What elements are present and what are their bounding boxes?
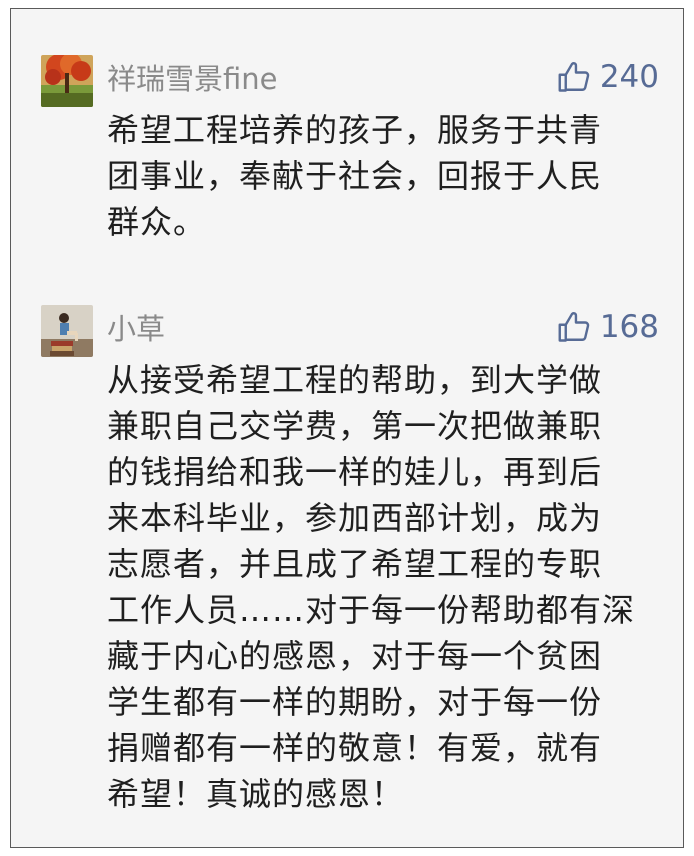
- comment-text-line: 团事业，奉献于社会，回报于人民: [107, 157, 603, 195]
- autumn-tree-avatar-icon: [41, 55, 93, 107]
- like-button[interactable]: 240: [556, 57, 659, 97]
- comment-text-line: 藏于内心的感恩，对于每一个贫困: [107, 637, 603, 675]
- avatar[interactable]: [41, 305, 93, 357]
- username[interactable]: 祥瑞雪景fine: [107, 59, 278, 99]
- comment-text-line: 志愿者，并且成了希望工程的专职: [107, 545, 603, 583]
- username[interactable]: 小草: [107, 309, 165, 349]
- comment-text-line: 从接受希望工程的帮助，到大学做: [107, 361, 603, 399]
- comment-text: 希望工程培养的孩子，服务于共青 团事业，奉献于社会，回报于人民 群众。: [107, 107, 655, 245]
- thumbs-up-icon: [558, 62, 590, 92]
- comment-text-line: 希望！真诚的感恩！: [107, 775, 405, 813]
- like-count: 240: [599, 59, 659, 95]
- comment-text-line: 学生都有一样的期盼，对于每一份: [107, 683, 603, 721]
- comment-text-line: 捐赠都有一样的敬意！有爱，就有: [107, 729, 603, 767]
- like-count: 168: [599, 309, 659, 345]
- comment-text-line: 工作人员……对于每一份帮助都有深: [107, 591, 636, 629]
- comment-text-line: 群众。: [107, 203, 207, 241]
- like-button[interactable]: 168: [556, 307, 659, 347]
- thumbs-up-icon: [558, 312, 590, 342]
- comment-panel: 祥瑞雪景fine 240 希望工程培养的孩子，服务于共青 团事业，奉献于社会，回…: [10, 8, 684, 848]
- comment-text-line: 兼职自己交学费，第一次把做兼职: [107, 407, 603, 445]
- comment-text: 从接受希望工程的帮助，到大学做 兼职自己交学费，第一次把做兼职 的钱捐给和我一样…: [107, 357, 655, 817]
- comment-text-line: 的钱捐给和我一样的娃儿，再到后: [107, 453, 603, 491]
- comment-text-line: 来本科毕业，参加西部计划，成为: [107, 499, 603, 537]
- girl-on-books-avatar-icon: [41, 305, 93, 357]
- avatar[interactable]: [41, 55, 93, 107]
- comment-text-line: 希望工程培养的孩子，服务于共青: [107, 111, 603, 149]
